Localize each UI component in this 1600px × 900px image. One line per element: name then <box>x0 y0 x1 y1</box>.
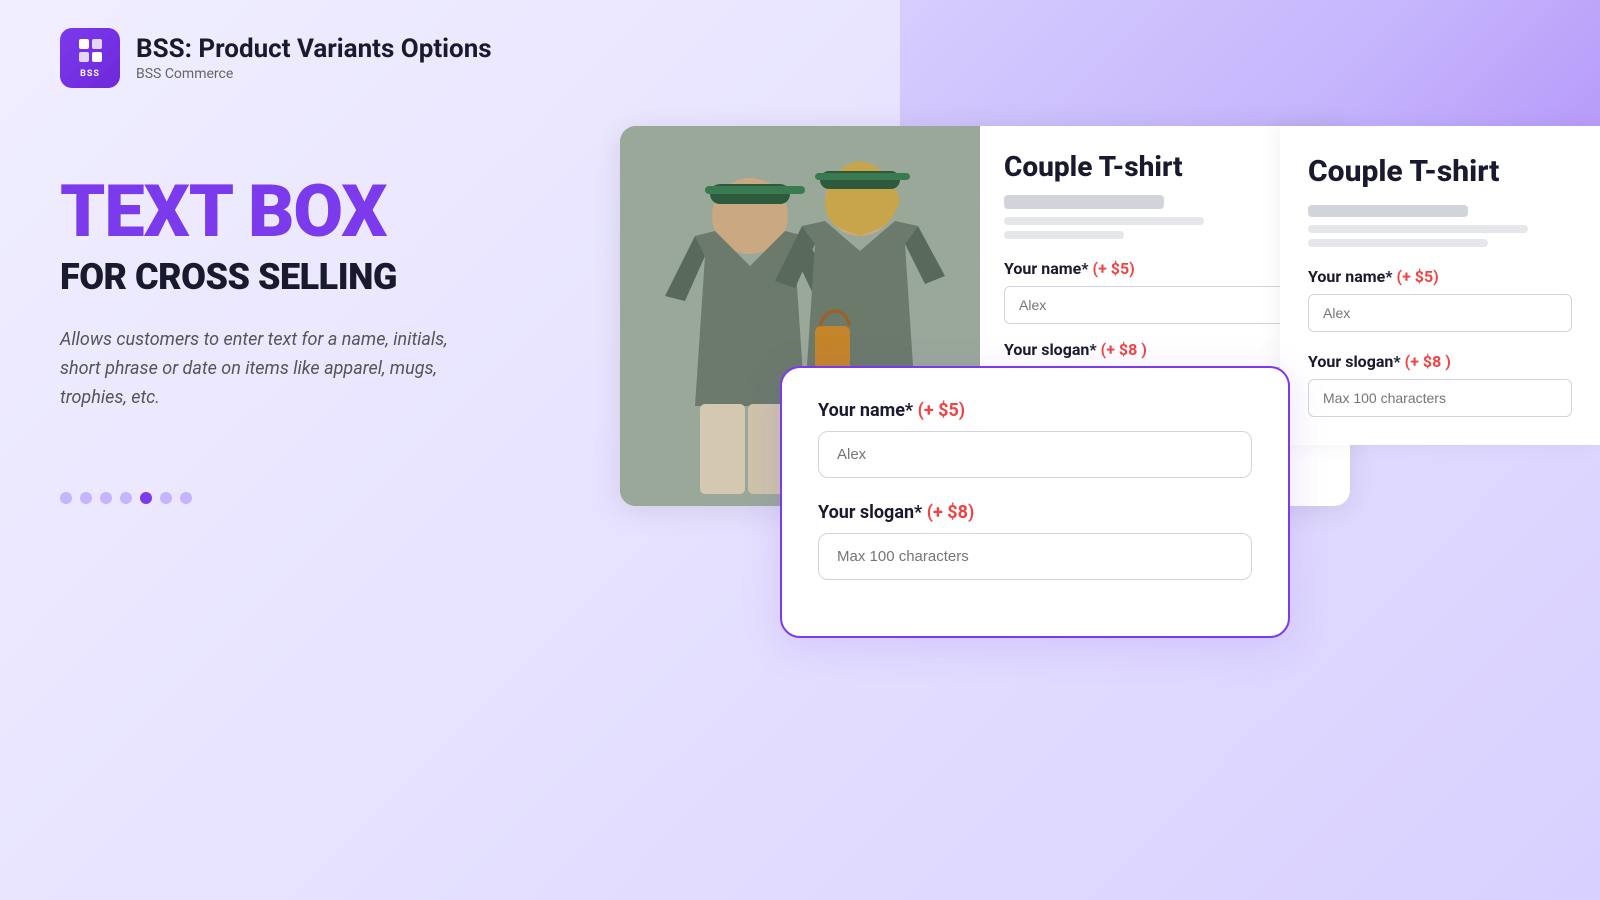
right-section: Couple T-shirt Your name* (+ $5) Your sl… <box>620 116 1540 506</box>
sidebar-panel: Couple T-shirt Your name* (+ $5) Your sl… <box>1280 126 1600 445</box>
dot-7[interactable] <box>180 492 192 504</box>
product-desc-bar-2 <box>1004 231 1124 239</box>
left-panel: TEXT BOX FOR CROSS SELLING Allows custom… <box>60 116 580 504</box>
sidebar-slogan-label: Your slogan* (+ $8 ) <box>1308 352 1572 371</box>
app-company: BSS Commerce <box>136 66 492 82</box>
app-title: BSS: Product Variants Options <box>136 34 492 64</box>
sidebar-name-label: Your name* (+ $5) <box>1308 267 1572 286</box>
form-slogan-label: Your slogan* (+ $8) <box>818 502 1252 523</box>
sidebar-slogan-input[interactable] <box>1308 379 1572 417</box>
logo-label: BSS <box>80 69 100 79</box>
sidebar-desc-bar-2 <box>1308 239 1488 247</box>
sidebar-desc-bar-1 <box>1308 225 1528 233</box>
floating-name-input[interactable] <box>818 431 1252 478</box>
product-price-bar <box>1004 195 1164 209</box>
logo: BSS <box>60 28 120 88</box>
floating-slogan-input[interactable] <box>818 533 1252 580</box>
floating-form: Your name* (+ $5) Your slogan* (+ $8) <box>780 366 1290 638</box>
product-desc-bar-1 <box>1004 217 1204 225</box>
hero-title: TEXT BOX <box>60 176 580 248</box>
header-text: BSS: Product Variants Options BSS Commer… <box>136 34 492 82</box>
dot-1[interactable] <box>60 492 72 504</box>
page-container: BSS BSS: Product Variants Options BSS Co… <box>0 0 1600 900</box>
product-name: Couple T-shirt <box>1004 150 1326 183</box>
form-slogan-field: Your slogan* (+ $8) <box>818 502 1252 580</box>
dot-2[interactable] <box>80 492 92 504</box>
hero-subtitle: FOR CROSS SELLING <box>60 256 580 298</box>
dot-4[interactable] <box>120 492 132 504</box>
product-slogan-label: Your slogan* (+ $8 ) <box>1004 340 1326 359</box>
header: BSS BSS: Product Variants Options BSS Co… <box>0 0 1600 116</box>
pagination-dots <box>60 492 580 504</box>
product-name-label: Your name* (+ $5) <box>1004 259 1326 278</box>
main-content: TEXT BOX FOR CROSS SELLING Allows custom… <box>0 116 1600 900</box>
form-name-label: Your name* (+ $5) <box>818 400 1252 421</box>
hero-description: Allows customers to enter text for a nam… <box>60 326 480 412</box>
sidebar-price-bar <box>1308 205 1468 217</box>
sidebar-product-name: Couple T-shirt <box>1308 154 1572 189</box>
form-name-field: Your name* (+ $5) <box>818 400 1252 478</box>
sidebar-name-input[interactable] <box>1308 294 1572 332</box>
product-name-input[interactable] <box>1004 286 1326 324</box>
dot-5[interactable] <box>140 492 152 504</box>
dot-3[interactable] <box>100 492 112 504</box>
dot-6[interactable] <box>160 492 172 504</box>
